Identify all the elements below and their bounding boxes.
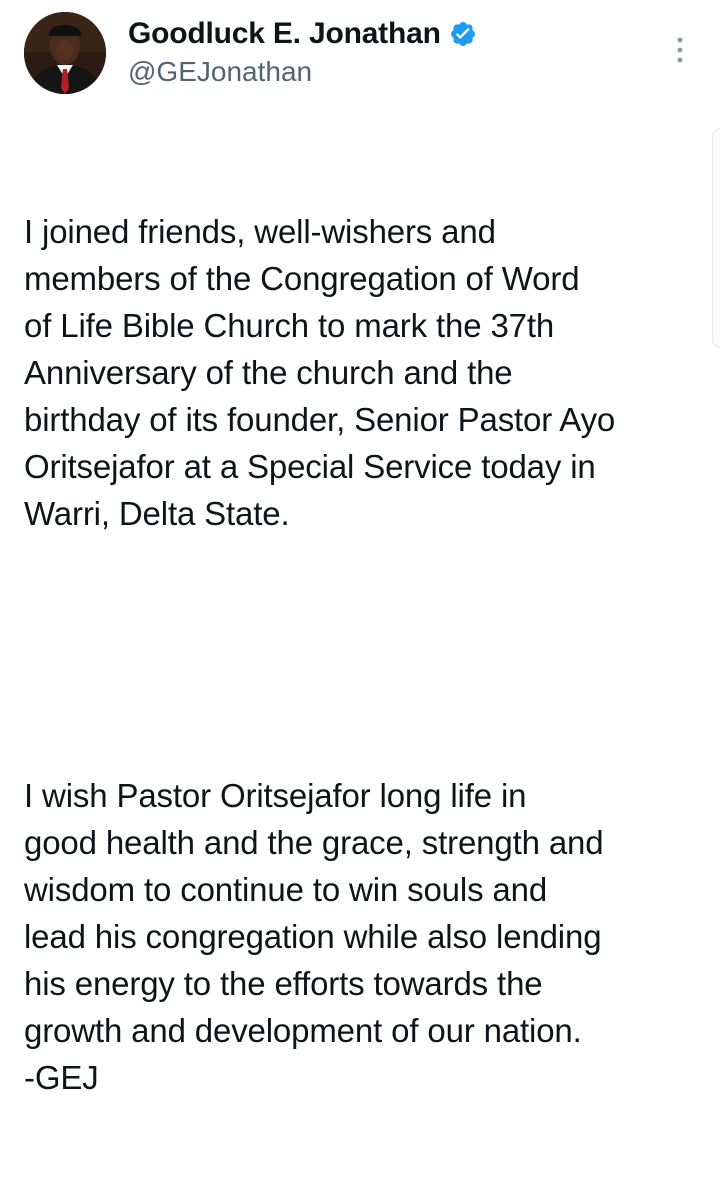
- more-options-icon[interactable]: [668, 34, 692, 66]
- avatar[interactable]: [24, 12, 106, 94]
- name-row: Goodluck E. Jonathan: [128, 14, 477, 54]
- tweet: Goodluck E. Jonathan @GEJonathan I joine…: [0, 0, 720, 1096]
- tweet-paragraph-2: I wish Pastor Oritsejafor long life in g…: [24, 777, 604, 1096]
- display-name[interactable]: Goodluck E. Jonathan: [128, 17, 441, 51]
- tweet-paragraph-1: I joined friends, well-wishers and membe…: [24, 213, 616, 532]
- tweet-header: Goodluck E. Jonathan @GEJonathan: [128, 14, 477, 88]
- tweet-text: I joined friends, well-wishers and membe…: [24, 114, 704, 1195]
- adjacent-card-edge: [712, 128, 720, 348]
- verified-badge-icon[interactable]: [449, 20, 477, 48]
- handle[interactable]: @GEJonathan: [128, 56, 477, 88]
